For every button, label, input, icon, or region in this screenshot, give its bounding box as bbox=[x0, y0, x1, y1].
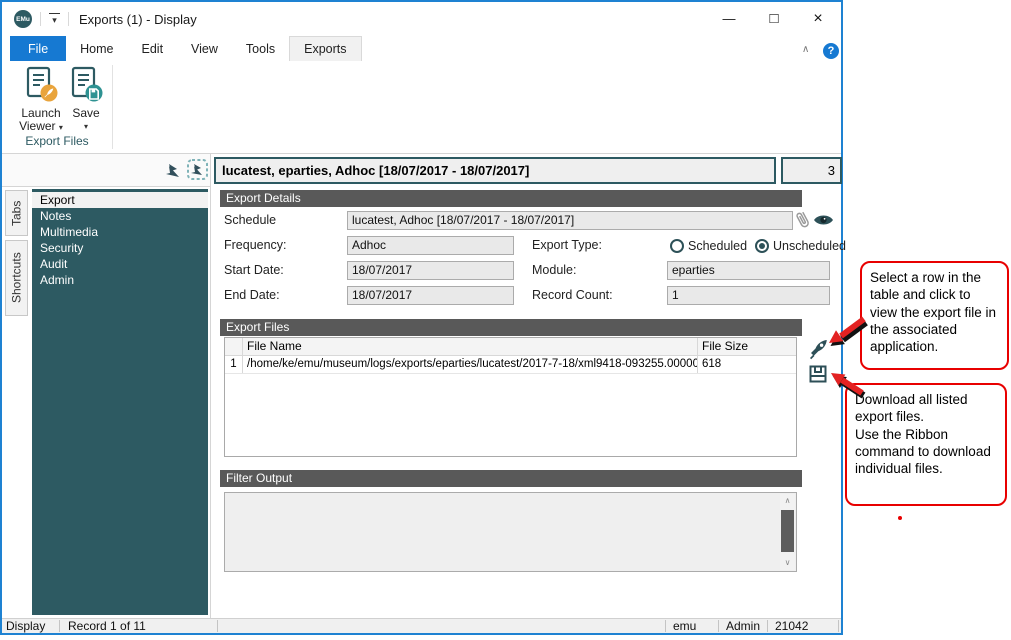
ribbon-tab-bar: File Home Edit View Tools Exports bbox=[2, 36, 841, 61]
end-date-field[interactable]: 18/07/2017 bbox=[347, 286, 514, 305]
app-window: EMu ▾ Exports (1) - Display — □ × File H… bbox=[0, 0, 843, 635]
help-icon[interactable]: ? bbox=[823, 43, 839, 59]
ribbon-group-label: Export Files bbox=[2, 134, 112, 148]
status-separator bbox=[665, 620, 666, 632]
record-count-field[interactable]: 1 bbox=[667, 286, 830, 305]
launch-viewer-button[interactable]: Launch Viewer ▾ bbox=[14, 66, 68, 134]
start-date-label: Start Date: bbox=[224, 263, 284, 277]
status-record: Record 1 of 11 bbox=[68, 619, 146, 633]
radio-scheduled-label[interactable]: Scheduled bbox=[688, 239, 747, 253]
radio-scheduled[interactable] bbox=[670, 239, 684, 253]
sidebar-item-admin[interactable]: Admin bbox=[32, 272, 208, 288]
status-database: emu bbox=[673, 619, 696, 633]
radio-unscheduled[interactable] bbox=[755, 239, 769, 253]
titlebar-separator bbox=[68, 12, 69, 26]
export-type-label: Export Type: bbox=[532, 238, 602, 252]
red-dot-marker bbox=[898, 516, 902, 520]
status-separator bbox=[59, 620, 60, 632]
col-file-name[interactable]: File Name bbox=[243, 338, 698, 355]
tab-shortcuts[interactable]: Shortcuts bbox=[5, 240, 28, 316]
sidebar-item-notes[interactable]: Notes bbox=[32, 208, 208, 224]
panel-divider bbox=[210, 154, 211, 620]
view-icon[interactable] bbox=[813, 213, 834, 227]
col-rownum bbox=[225, 338, 243, 355]
launch-file-icon[interactable] bbox=[808, 338, 830, 360]
download-files-icon[interactable] bbox=[808, 364, 828, 384]
status-separator bbox=[718, 620, 719, 632]
status-pid: 21042 bbox=[775, 619, 808, 633]
record-count-box: 3 bbox=[781, 157, 842, 184]
frequency-label: Frequency: bbox=[224, 238, 287, 252]
row-number: 1 bbox=[225, 356, 243, 373]
minimize-button[interactable]: — bbox=[714, 8, 744, 30]
schedule-label: Schedule bbox=[224, 213, 276, 227]
titlebar-separator bbox=[40, 12, 41, 26]
callout-download: Download all listed export files. Use th… bbox=[845, 383, 1007, 506]
tab-list-panel: Export Notes Multimedia Security Audit A… bbox=[32, 189, 208, 615]
launch-viewer-label2: Viewer bbox=[19, 119, 55, 133]
file-name-cell[interactable]: /home/ke/emu/museum/logs/exports/epartie… bbox=[243, 356, 698, 373]
tab-home[interactable]: Home bbox=[66, 36, 127, 61]
emu-logo-icon: EMu bbox=[14, 10, 32, 28]
document-rocket-icon bbox=[24, 66, 58, 104]
quick-access-dropdown-icon[interactable]: ▾ bbox=[49, 13, 60, 26]
status-separator bbox=[767, 620, 768, 632]
scroll-down-icon[interactable]: ∨ bbox=[780, 556, 795, 570]
module-field[interactable]: eparties bbox=[667, 261, 830, 280]
window-title: Exports (1) - Display bbox=[79, 12, 197, 27]
module-label: Module: bbox=[532, 263, 576, 277]
callout-download-text2: Use the Ribbon command to download indiv… bbox=[855, 426, 997, 478]
callout-view-export: Select a row in the table and click to v… bbox=[860, 261, 1009, 370]
record-header-title: lucatest, eparties, Adhoc [18/07/2017 - … bbox=[214, 157, 776, 184]
tab-file[interactable]: File bbox=[10, 36, 66, 61]
status-separator bbox=[217, 620, 218, 632]
filter-output-area[interactable]: ∧ ∨ bbox=[224, 492, 797, 572]
scrollbar-thumb[interactable] bbox=[781, 510, 794, 552]
export-files-table[interactable]: File Name File Size 1 /home/ke/emu/museu… bbox=[224, 337, 797, 457]
dropdown-caret-icon: ▾ bbox=[59, 123, 63, 132]
tab-edit[interactable]: Edit bbox=[128, 36, 178, 61]
filter-scrollbar[interactable]: ∧ ∨ bbox=[780, 494, 795, 570]
sidebar-item-security[interactable]: Security bbox=[32, 240, 208, 256]
record-count-label: Record Count: bbox=[532, 288, 613, 302]
dropdown-caret-icon: ▾ bbox=[68, 120, 104, 133]
document-save-icon bbox=[69, 66, 103, 104]
radio-unscheduled-label[interactable]: Unscheduled bbox=[773, 239, 846, 253]
sidebar-item-export[interactable]: Export bbox=[32, 192, 208, 208]
maximize-button[interactable]: □ bbox=[759, 8, 789, 30]
status-mode: Display bbox=[6, 619, 45, 633]
callout-view-text: Select a row in the table and click to v… bbox=[870, 270, 996, 354]
save-label: Save bbox=[68, 107, 104, 120]
tab-tools[interactable]: Tools bbox=[232, 36, 289, 61]
ribbon-group-separator bbox=[112, 65, 113, 149]
table-row[interactable]: 1 /home/ke/emu/museum/logs/exports/epart… bbox=[225, 356, 796, 374]
file-size-cell[interactable]: 618 bbox=[698, 356, 796, 373]
section-export-details: Export Details bbox=[220, 190, 802, 207]
select-cursor-icon[interactable] bbox=[165, 161, 182, 180]
status-bar: Display Record 1 of 11 emu Admin 21042 bbox=[2, 618, 841, 633]
ribbon: Launch Viewer ▾ Save ▾ Export Files bbox=[2, 61, 841, 154]
section-filter-output: Filter Output bbox=[220, 470, 802, 487]
scroll-up-icon[interactable]: ∧ bbox=[780, 494, 795, 508]
table-header-row: File Name File Size bbox=[225, 338, 796, 356]
start-date-field[interactable]: 18/07/2017 bbox=[347, 261, 514, 280]
schedule-field[interactable]: lucatest, Adhoc [18/07/2017 - 18/07/2017… bbox=[347, 211, 793, 230]
sidebar-item-multimedia[interactable]: Multimedia bbox=[32, 224, 208, 240]
attachment-icon[interactable] bbox=[795, 209, 811, 231]
close-button[interactable]: × bbox=[803, 8, 833, 30]
tab-exports[interactable]: Exports bbox=[289, 36, 361, 61]
section-export-files: Export Files bbox=[220, 319, 802, 336]
save-button[interactable]: Save ▾ bbox=[68, 66, 104, 133]
select-region-icon[interactable] bbox=[186, 158, 209, 182]
tab-tabs[interactable]: Tabs bbox=[5, 190, 28, 236]
status-user: Admin bbox=[726, 619, 760, 633]
collapse-ribbon-icon[interactable]: ∧ bbox=[802, 44, 809, 55]
col-file-size[interactable]: File Size bbox=[698, 338, 796, 355]
end-date-label: End Date: bbox=[224, 288, 280, 302]
status-separator bbox=[838, 620, 839, 632]
sidebar-item-audit[interactable]: Audit bbox=[32, 256, 208, 272]
tab-view[interactable]: View bbox=[177, 36, 232, 61]
frequency-field[interactable]: Adhoc bbox=[347, 236, 514, 255]
callout-download-text1: Download all listed export files. bbox=[855, 391, 997, 426]
